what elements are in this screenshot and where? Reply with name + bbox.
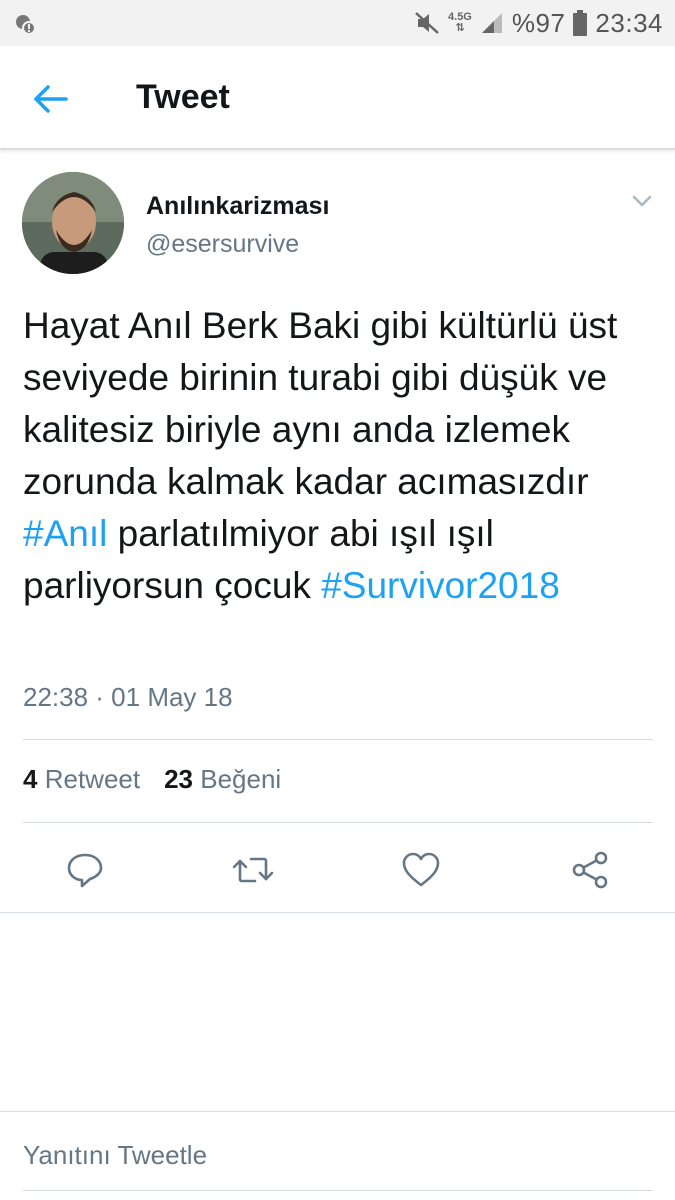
status-bar: 4.5G ⇅ %97 23:34 <box>0 0 675 46</box>
mute-icon <box>415 12 439 34</box>
retweet-label: Retweet <box>44 764 141 794</box>
reply-icon <box>67 853 103 888</box>
status-right: 4.5G ⇅ %97 23:34 <box>414 6 663 40</box>
tweet-text: Hayat Anıl Berk Baki gibi kültürlü üst s… <box>23 300 663 612</box>
signal-icon <box>481 13 502 33</box>
divider <box>0 1111 675 1112</box>
avatar-image <box>22 172 124 274</box>
retweet-count: 4 <box>23 764 38 794</box>
divider <box>23 822 653 823</box>
avatar[interactable] <box>22 172 124 274</box>
page-title: Tweet <box>136 78 230 116</box>
retweet-button[interactable] <box>231 848 275 892</box>
like-count: 23 <box>164 764 194 794</box>
divider <box>0 912 675 913</box>
reply-button[interactable] <box>63 848 107 892</box>
like-stat[interactable]: 23 Beğeni <box>164 764 281 795</box>
user-handle[interactable]: @esersurvive <box>146 230 299 259</box>
tweet-text-part: Hayat Anıl Berk Baki gibi kültürlü üst s… <box>23 305 618 502</box>
battery-icon <box>573 10 588 36</box>
app-header: Tweet <box>0 46 675 150</box>
like-label: Beğeni <box>200 764 282 794</box>
reply-input[interactable]: Yanıtını Tweetle <box>23 1140 207 1171</box>
hashtag-link[interactable]: #Survivor2018 <box>321 565 560 606</box>
like-button[interactable] <box>399 848 443 892</box>
chevron-down-icon[interactable] <box>628 190 656 212</box>
battery-percent: %97 <box>511 7 566 38</box>
heart-icon <box>402 852 440 887</box>
network-indicator: 4.5G ⇅ <box>448 12 472 34</box>
data-arrows-icon: ⇅ <box>455 22 465 34</box>
retweet-icon <box>232 857 274 883</box>
divider <box>23 739 653 740</box>
share-button[interactable] <box>568 848 612 892</box>
status-time: 23:34 <box>595 7 663 38</box>
location-warning-icon <box>16 15 36 35</box>
display-name[interactable]: Anılınkarizması <box>146 192 329 221</box>
tweet-timestamp: 22:38 · 01 May 18 <box>23 682 233 712</box>
tweet-stats: 4 Retweet 23 Beğeni <box>23 764 281 795</box>
arrow-left-icon[interactable] <box>30 82 70 116</box>
hashtag-link[interactable]: #Anıl <box>23 513 107 554</box>
retweet-stat[interactable]: 4 Retweet <box>23 764 140 795</box>
reply-input-underline <box>23 1190 653 1191</box>
share-icon <box>572 851 608 889</box>
